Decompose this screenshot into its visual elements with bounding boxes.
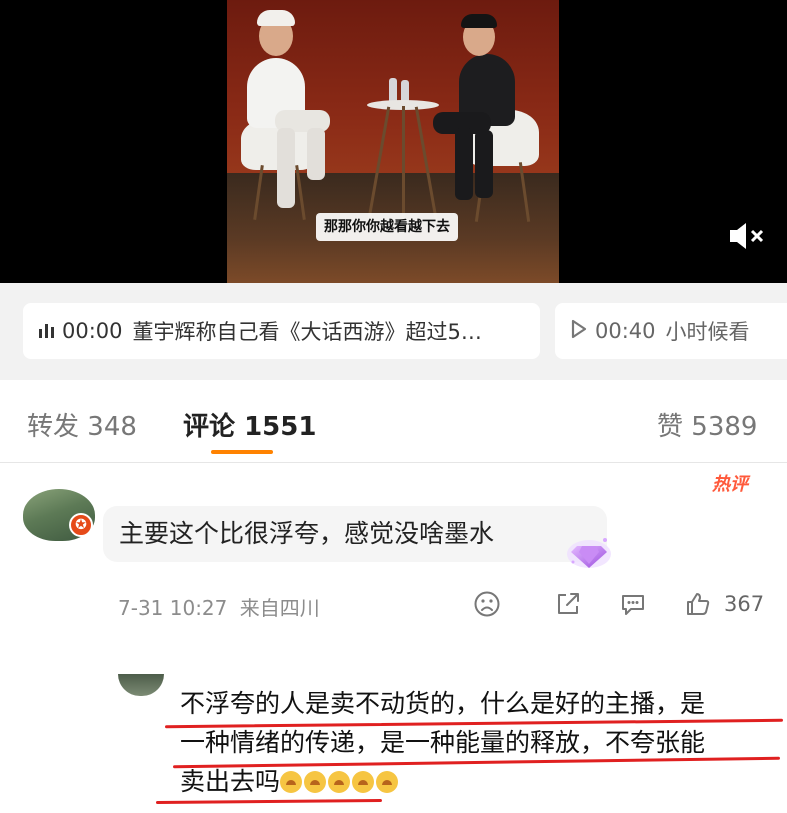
tab-comments-label: 评论 <box>183 412 236 442</box>
tab-repost-label: 转发 <box>27 412 80 442</box>
diamond-badge-icon <box>565 532 613 572</box>
speaker-muted-icon[interactable] <box>728 220 768 252</box>
video-player[interactable]: 那那你你越看越下去 <box>0 0 787 283</box>
comment-date: 7-31 10:27 <box>118 596 228 620</box>
red-annotation-line-3 <box>155 799 383 804</box>
chapter-strip: 00:00 董宇辉称自己看《大话西游》超过5… 00:40 小时候看 <box>0 283 787 380</box>
chapter-title: 董宇辉称自己看《大话西游》超过5… <box>132 320 482 344</box>
comment-text[interactable]: 主要这个比很浮夸，感觉没啥墨水 <box>103 506 607 562</box>
cry-emoji-icon <box>328 771 351 793</box>
audio-bars-icon <box>39 324 54 338</box>
chapter-time: 00:40 <box>595 319 656 343</box>
reply-avatar[interactable] <box>118 674 164 696</box>
cry-emoji-icon <box>376 771 399 793</box>
divider <box>0 462 787 463</box>
tab-likes-count: 5389 <box>691 412 758 442</box>
like-count: 367 <box>724 592 765 616</box>
thumbs-up-icon[interactable] <box>684 590 712 618</box>
reply-text[interactable]: 不浮夸的人是卖不动货的，什么是好的主播，是 一种情绪的传递，是一种能量的释放，不… <box>180 684 780 801</box>
comment-meta: 7-31 10:27 来自四川 <box>118 592 320 621</box>
reply-line-3: 卖出去吗 <box>180 762 780 801</box>
hot-comment-badge: 热评 <box>712 474 748 495</box>
play-icon <box>571 319 587 343</box>
chapter-item-1[interactable]: 00:00 董宇辉称自己看《大话西游》超过5… <box>23 303 540 359</box>
tab-likes[interactable]: 赞 5389 <box>657 406 757 443</box>
chapter-time: 00:00 <box>62 319 123 343</box>
tab-comments[interactable]: 评论 1551 <box>183 406 316 443</box>
verified-badge-icon: ✪ <box>69 513 93 537</box>
tab-repost-count: 348 <box>87 412 137 442</box>
dislike-face-icon[interactable] <box>473 590 501 618</box>
cry-emoji-icon <box>304 771 327 793</box>
tab-bar: 转发 348 评论 1551 赞 5389 <box>0 380 787 462</box>
tab-repost[interactable]: 转发 348 <box>27 406 137 443</box>
cry-emoji-icon <box>280 771 303 793</box>
share-icon[interactable] <box>554 590 582 618</box>
reply-line-2: 一种情绪的传递，是一种能量的释放，不夸张能 <box>180 728 706 757</box>
active-tab-indicator <box>211 450 273 454</box>
reply-line-1: 不浮夸的人是卖不动货的，什么是好的主播，是 <box>180 689 706 718</box>
tab-comments-count: 1551 <box>244 412 317 442</box>
cry-emoji-icon <box>352 771 375 793</box>
video-subtitle: 那那你你越看越下去 <box>316 213 458 241</box>
tab-likes-label: 赞 <box>657 412 684 442</box>
comment-location: 来自四川 <box>239 596 320 620</box>
avatar[interactable]: ✪ <box>23 489 95 541</box>
reply-line-3-text: 卖出去吗 <box>180 767 281 796</box>
chapter-item-2[interactable]: 00:40 小时候看 <box>555 303 787 359</box>
reply-icon[interactable] <box>619 590 647 618</box>
chapter-title: 小时候看 <box>665 320 750 344</box>
